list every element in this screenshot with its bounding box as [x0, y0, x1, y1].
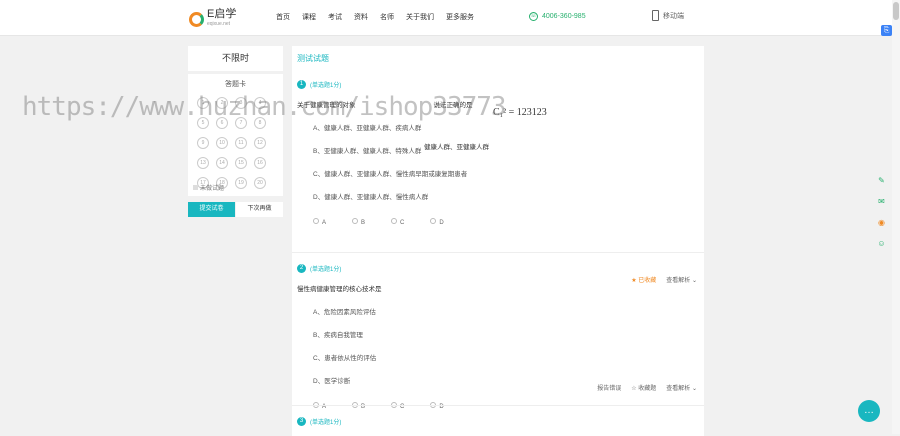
sidebar-actions: 提交试卷 下次再做 [188, 202, 283, 217]
chat-icon[interactable]: … [858, 400, 880, 422]
question-type: (单选题1分) [310, 83, 342, 89]
answer-radio-c[interactable]: C [391, 402, 404, 410]
unanswered-legend: 未做试题 [193, 183, 224, 192]
top-header: E启学 eqixue.net 首页 课程 考试 资料 名师 关于我们 更多服务 ☏… [0, 0, 900, 36]
nav-more[interactable]: 更多服务 [446, 12, 474, 22]
option-a: A、健康人群、亚健康人群、疾病人群 [313, 125, 422, 132]
nav-courses[interactable]: 课程 [302, 12, 316, 22]
answer-radio-a[interactable]: A [313, 402, 326, 410]
mobile-icon [652, 10, 659, 21]
nav-teachers[interactable]: 名师 [380, 12, 394, 22]
phone-number: 4006-360-985 [542, 13, 586, 20]
question-number[interactable]: 19 [235, 177, 247, 189]
scrollbar-thumb[interactable] [893, 2, 899, 20]
question-type: (单选题1分) [310, 420, 342, 426]
logo-text: E启学 eqixue.net [207, 8, 237, 28]
edit-icon[interactable]: ✎ [875, 174, 888, 187]
nav-home[interactable]: 首页 [276, 12, 290, 22]
option-d: D、健康人群、亚健康人群、慢性病人群 [313, 194, 429, 201]
weibo-icon[interactable]: ◉ [875, 216, 888, 229]
hotline: ☏ 4006-360-985 [529, 12, 586, 21]
answer-radio-b[interactable]: B [352, 218, 365, 226]
report-error-button[interactable]: 报告错误 [597, 383, 621, 392]
question-number[interactable]: 10 [216, 137, 228, 149]
answer-choices: A B C D [313, 218, 697, 226]
divider [292, 405, 704, 406]
option-b: B、疾病自我管理 [313, 332, 363, 339]
option-b: B、亚健康人群、健康人群、特殊人群 [313, 148, 422, 155]
question-badge: 1 [297, 80, 306, 89]
answer-radio-d[interactable]: D [430, 402, 444, 410]
view-analysis-button[interactable]: 查看解析 ⌄ [666, 383, 697, 392]
overlay-text: 健康人群、亚健康人群 [424, 144, 489, 151]
divider [292, 252, 704, 253]
question-actions: 报告错误 ☆ 收藏题 查看解析 ⌄ [597, 383, 697, 392]
watermark: https://www.huzhan.com/ishop33773 [22, 92, 507, 122]
question-badge: 2 [297, 264, 306, 273]
question-type: (单选题1分) [310, 267, 342, 273]
mobile-label: 移动端 [663, 12, 684, 20]
question-badge: 3 [297, 417, 306, 426]
mobile-link[interactable]: 移动端 [652, 10, 684, 21]
timer: 不限时 [188, 46, 283, 71]
wechat-icon[interactable]: ☺ [875, 237, 888, 250]
answer-card-title: 答题卡 [225, 81, 246, 88]
page-scrollbar[interactable] [892, 0, 900, 434]
question-number[interactable]: 16 [254, 157, 266, 169]
favorite-button[interactable]: ☆ 收藏题 [631, 383, 656, 392]
question-number[interactable]: 13 [197, 157, 209, 169]
question-number[interactable]: 9 [197, 137, 209, 149]
question-number[interactable]: 15 [235, 157, 247, 169]
nav-materials[interactable]: 资料 [354, 12, 368, 22]
message-icon[interactable]: ✉ [875, 195, 888, 208]
answer-sidebar: 不限时 答题卡 1 2 3 4 5 6 7 8 9 10 11 12 13 14… [188, 46, 283, 226]
translate-icon[interactable]: ⎘ [881, 25, 892, 36]
question-number[interactable]: 20 [254, 177, 266, 189]
answer-radio-d[interactable]: D [430, 218, 444, 226]
save-later-button[interactable]: 下次再做 [236, 202, 283, 217]
legend-swatch [193, 185, 198, 190]
question-stem: 慢性病健康管理的核心技术是 [297, 286, 382, 293]
question-number[interactable]: 11 [235, 137, 247, 149]
question-2: 2 (单选题1分) 慢性病健康管理的核心技术是 A、危险因素风险评估 B、疾病自我… [297, 264, 697, 410]
option-c: C、患者依从性的评估 [313, 355, 377, 362]
nav-exam[interactable]: 考试 [328, 12, 342, 22]
floating-toolbar: ✎ ✉ ◉ ☺ [875, 174, 889, 250]
answer-radio-a[interactable]: A [313, 218, 326, 226]
site-logo[interactable]: E启学 eqixue.net [189, 9, 236, 29]
question-number[interactable]: 12 [254, 137, 266, 149]
main-nav: 首页 课程 考试 资料 名师 关于我们 更多服务 [276, 12, 474, 22]
answer-choices: A B C D [313, 402, 697, 410]
submit-button[interactable]: 提交试卷 [188, 202, 235, 217]
nav-about[interactable]: 关于我们 [406, 12, 434, 22]
question-number[interactable]: 14 [216, 157, 228, 169]
panel-title: 测试试题 [297, 54, 329, 63]
phone-icon: ☏ [529, 12, 538, 21]
option-c: C、健康人群、亚健康人群、慢性病早期或康复期患者 [313, 171, 468, 178]
question-3: 3 (单选题1分) [297, 417, 697, 426]
option-a: A、危险因素风险评估 [313, 309, 376, 316]
answer-radio-b[interactable]: B [352, 402, 365, 410]
answer-radio-c[interactable]: C [391, 218, 404, 226]
logo-icon [189, 11, 204, 27]
